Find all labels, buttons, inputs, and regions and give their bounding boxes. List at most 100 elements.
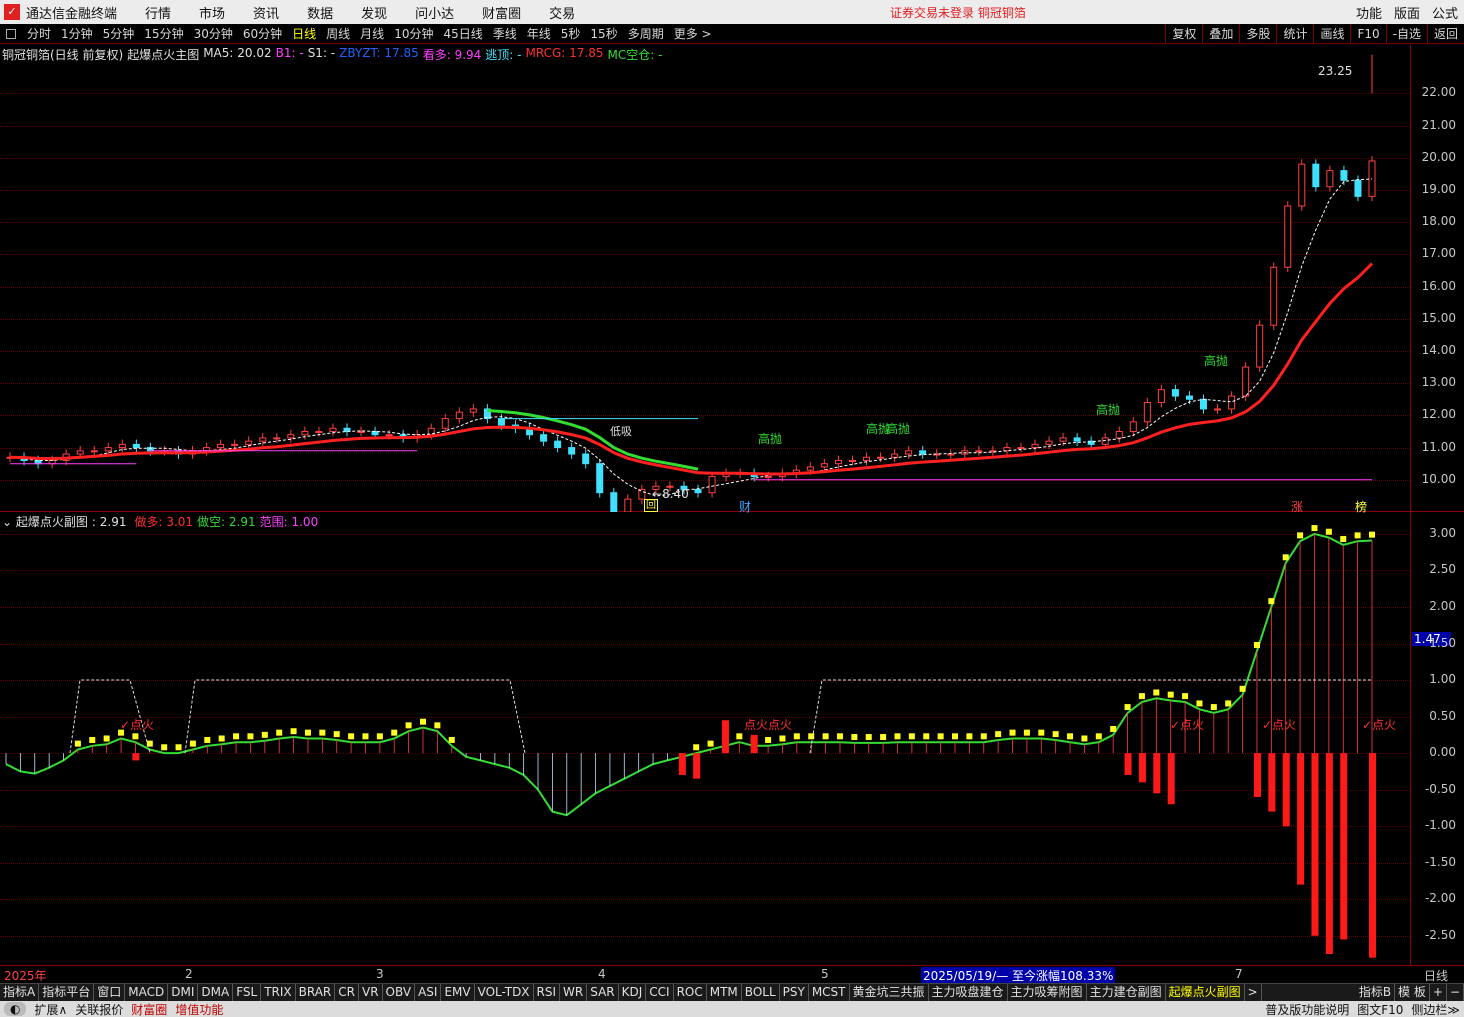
candle-body[interactable] [540, 434, 548, 442]
menu-item-jiaoyi[interactable]: 交易 [549, 3, 575, 22]
tab-20[interactable]: ROC [674, 984, 707, 1001]
candle-body[interactable] [1340, 170, 1348, 181]
candle-body[interactable] [891, 453, 899, 458]
status-sidebar[interactable]: 侧边栏≫ [1407, 1001, 1464, 1017]
candle-body[interactable] [1143, 401, 1151, 423]
period-fenshi[interactable]: 分时 [27, 25, 51, 42]
tab-5[interactable]: DMA [198, 984, 234, 1001]
candle-body[interactable] [1031, 443, 1039, 449]
panel-toggle-icon[interactable] [6, 28, 16, 39]
candle-body[interactable] [638, 488, 646, 500]
tab-12[interactable]: ASI [415, 984, 442, 1001]
tab-3[interactable]: MACD [125, 984, 169, 1001]
tab-8[interactable]: BRAR [296, 984, 336, 1001]
tab-27[interactable]: 主力吸筹附图 [1008, 984, 1087, 1001]
candle-body[interactable] [231, 443, 239, 446]
period-15min[interactable]: 15分钟 [144, 25, 183, 42]
candle-body[interactable] [708, 476, 716, 494]
tab-18[interactable]: KDJ [619, 984, 647, 1001]
candle-body[interactable] [1354, 179, 1362, 197]
period-15sec[interactable]: 15秒 [590, 25, 617, 42]
candle-body[interactable] [1242, 366, 1250, 397]
menu-item-shuju[interactable]: 数据 [307, 3, 333, 22]
main-chart-canvas[interactable] [0, 45, 1410, 512]
candle-body[interactable] [1326, 170, 1334, 188]
tab-right-2[interactable]: + [1430, 984, 1447, 1001]
period-monthly[interactable]: 月线 [360, 25, 384, 42]
candle-body[interactable] [806, 466, 814, 471]
candle-body[interactable] [863, 456, 871, 461]
candle-body[interactable] [1157, 389, 1165, 403]
candle-body[interactable] [1129, 421, 1137, 432]
candle-body[interactable] [610, 492, 618, 512]
status-value-added[interactable]: 增值功能 [171, 1001, 227, 1017]
tab-23[interactable]: PSY [780, 984, 809, 1001]
candle-body[interactable] [245, 440, 253, 445]
candle-body[interactable] [118, 443, 126, 449]
period-daily[interactable]: 日线 [292, 25, 316, 42]
candle-body[interactable] [259, 437, 267, 442]
period-quarter[interactable]: 季线 [493, 25, 517, 42]
candle-body[interactable] [217, 443, 225, 449]
menu-item-gongneng[interactable]: 功能 [1356, 3, 1382, 22]
status-f10[interactable]: 图文F10 [1353, 1001, 1407, 1017]
period-more[interactable]: 更多 > [674, 25, 712, 42]
status-caifuquan[interactable]: 财富圈 [127, 1001, 171, 1017]
candle-body[interactable] [905, 450, 913, 455]
candle-body[interactable] [469, 408, 477, 413]
period-60min[interactable]: 60分钟 [243, 25, 282, 42]
tab-right-1[interactable]: 模 板 [1395, 984, 1430, 1001]
candle-body[interactable] [596, 463, 604, 494]
candle-body[interactable] [315, 430, 323, 433]
candle-body[interactable] [301, 430, 309, 436]
candle-body[interactable] [877, 456, 885, 459]
tab-9[interactable]: CR [335, 984, 359, 1001]
candle-body[interactable] [1185, 395, 1193, 400]
tab-7[interactable]: TRIX [261, 984, 296, 1001]
menu-item-hangqing[interactable]: 行情 [145, 3, 171, 22]
login-warning[interactable]: 证券交易未登录 铜冠铜箔 [890, 4, 1026, 21]
main-chart-panel[interactable]: 铜冠铜箔(日线 前复权) 起爆点火主图 MA5: 20.02 B1: - S1:… [0, 45, 1410, 514]
candle-body[interactable] [568, 447, 576, 455]
candle-body[interactable] [947, 453, 955, 456]
candle-body[interactable] [76, 450, 84, 455]
connection-toggle-icon[interactable]: ◐ [4, 1002, 27, 1016]
tab-4[interactable]: DMI [168, 984, 199, 1001]
menu-item-gongshi[interactable]: 公式 [1432, 3, 1458, 22]
tool-overlay-button[interactable]: 叠加 [1202, 23, 1239, 44]
candle-body[interactable] [624, 498, 632, 512]
tab-30[interactable]: > [1245, 984, 1262, 1001]
tab-11[interactable]: OBV [383, 984, 416, 1001]
candle-body[interactable] [497, 418, 505, 426]
candle-body[interactable] [834, 459, 842, 465]
menu-item-caifuquan[interactable]: 财富圈 [482, 3, 521, 22]
tab-19[interactable]: CCI [646, 984, 674, 1001]
candle-body[interactable] [287, 434, 295, 439]
tool-remove-favorite-button[interactable]: -自选 [1385, 23, 1427, 44]
candle-body[interactable] [441, 418, 449, 429]
period-year[interactable]: 年线 [527, 25, 551, 42]
tab-0[interactable]: 指标A [0, 984, 40, 1001]
candle-body[interactable] [1059, 437, 1067, 442]
candle-body[interactable] [385, 434, 393, 437]
candle-body[interactable] [1284, 205, 1292, 268]
candle-body[interactable] [848, 459, 856, 462]
tab-6[interactable]: FSL [233, 984, 262, 1001]
tab-16[interactable]: WR [560, 984, 588, 1001]
tool-fuquan-button[interactable]: 复权 [1165, 23, 1202, 44]
tool-multistock-button[interactable]: 多股 [1239, 23, 1276, 44]
candle-body[interactable] [104, 447, 112, 452]
period-45day[interactable]: 45日线 [443, 25, 482, 42]
tool-f10-button[interactable]: F10 [1350, 23, 1385, 44]
tool-back-button[interactable]: 返回 [1426, 23, 1464, 44]
candle-body[interactable] [1045, 440, 1053, 445]
candle-body[interactable] [1115, 430, 1123, 439]
menu-item-wenxiaoda[interactable]: 问小达 [415, 3, 454, 22]
menu-item-zixun[interactable]: 资讯 [253, 3, 279, 22]
candle-body[interactable] [694, 488, 702, 494]
candle-body[interactable] [582, 453, 590, 465]
candle-body[interactable] [329, 427, 337, 432]
candle-body[interactable] [919, 450, 927, 455]
tab-1[interactable]: 指标平台 [39, 984, 95, 1001]
candle-body[interactable] [1228, 395, 1236, 410]
